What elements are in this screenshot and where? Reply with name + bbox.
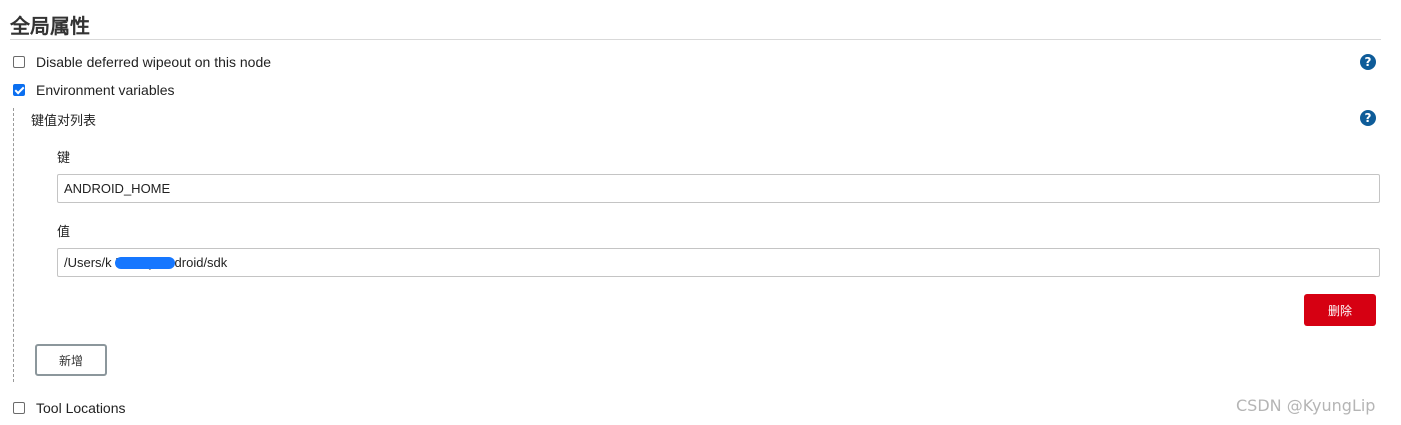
value-label: 值 (57, 225, 71, 240)
section-title: 全局属性 (10, 14, 90, 38)
watermark: CSDN @KyungLip (1236, 396, 1376, 415)
redaction-mark (115, 257, 175, 269)
env-vars-group-border (13, 108, 14, 382)
env-vars-label[interactable]: Environment variables (36, 82, 175, 98)
deferred-wipeout-row[interactable]: Disable deferred wipeout on this node (13, 54, 271, 70)
key-label: 键 (57, 151, 71, 166)
tool-locations-row[interactable]: Tool Locations (13, 400, 126, 416)
delete-button[interactable]: 删除 (1304, 294, 1376, 326)
deferred-wipeout-checkbox[interactable] (13, 56, 25, 68)
title-divider (10, 39, 1381, 40)
key-input[interactable]: ANDROID_HOME (57, 174, 1380, 203)
kv-help-icon[interactable]: ? (1360, 110, 1376, 126)
tool-locations-checkbox[interactable] (13, 402, 25, 414)
help-icon[interactable]: ? (1360, 54, 1376, 70)
add-button[interactable]: 新增 (35, 344, 107, 376)
tool-locations-label[interactable]: Tool Locations (36, 400, 126, 416)
kv-list-label: 键值对列表 (31, 114, 97, 129)
env-vars-checkbox[interactable] (13, 84, 25, 96)
env-vars-row[interactable]: Environment variables (13, 82, 175, 98)
deferred-wipeout-label[interactable]: Disable deferred wipeout on this node (36, 54, 271, 70)
value-input[interactable]: /Users/k Library/Android/sdk (57, 248, 1380, 277)
